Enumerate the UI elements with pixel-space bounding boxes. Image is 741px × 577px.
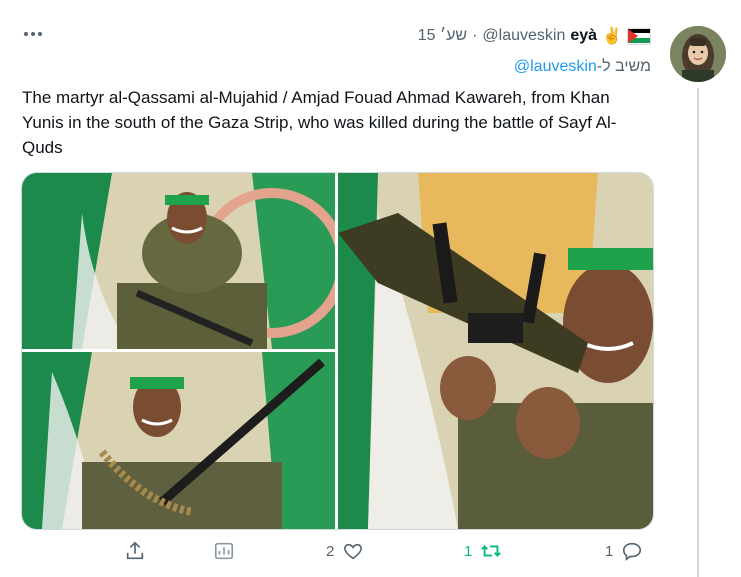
analytics-button[interactable] xyxy=(213,540,235,562)
tweet-actions-bar: 2 1 1 xyxy=(0,540,741,570)
tweet-header: ✌ eyà @lauveskin · 15 שע׳ xyxy=(418,26,651,46)
share-button[interactable] xyxy=(124,540,146,562)
user-handle[interactable]: @lauveskin xyxy=(482,27,565,45)
reply-count: 1 xyxy=(605,542,614,560)
more-dots-icon xyxy=(24,32,42,36)
more-options-button[interactable] xyxy=(22,24,44,48)
share-icon xyxy=(126,541,144,560)
retweet-button[interactable]: 1 xyxy=(464,540,502,562)
heart-icon xyxy=(344,543,363,560)
reply-prefix: משיב ל- xyxy=(596,58,651,75)
tweet-text: The martyr al-Qassami al-Mujahid / Amjad… xyxy=(22,88,617,157)
retweet-icon xyxy=(481,545,502,557)
display-name[interactable]: eyà xyxy=(570,27,597,45)
photo-2[interactable] xyxy=(22,352,335,529)
like-count: 2 xyxy=(326,542,335,560)
reply-mention-link[interactable]: @lauveskin xyxy=(514,58,597,75)
reply-button[interactable]: 1 xyxy=(605,540,643,562)
palestine-flag-icon xyxy=(627,27,651,45)
retweet-count: 1 xyxy=(464,542,473,560)
like-button[interactable]: 2 xyxy=(326,540,364,562)
reply-bubble-icon xyxy=(623,542,642,561)
victory-hand-emoji: ✌ xyxy=(602,28,622,45)
tweet-timestamp[interactable]: 15 שע׳ xyxy=(418,27,467,45)
photo-3[interactable] xyxy=(338,173,653,529)
replying-to: משיב ל-@lauveskin xyxy=(514,58,651,76)
photo-1[interactable] xyxy=(22,173,335,349)
media-grid xyxy=(21,172,654,530)
header-separator: · xyxy=(472,27,478,44)
analytics-icon xyxy=(214,542,234,560)
thread-connector-line xyxy=(697,88,699,577)
avatar[interactable] xyxy=(670,26,726,82)
